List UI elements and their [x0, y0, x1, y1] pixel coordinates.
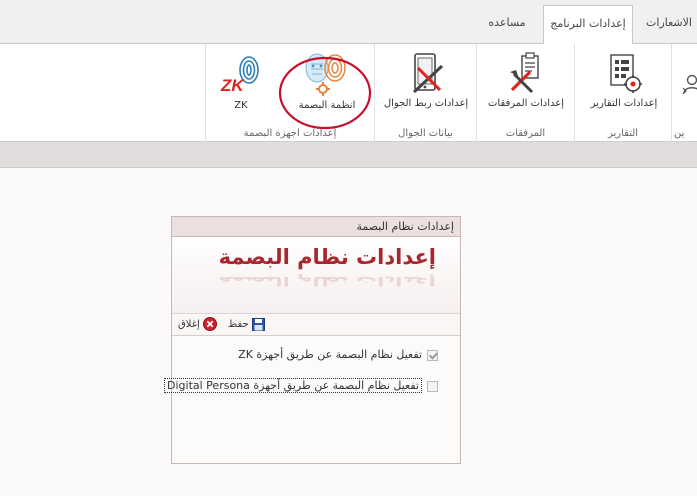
ribbon-group-mobile-label: بيانات الجوال — [398, 128, 453, 139]
mobile-link-settings-button[interactable]: إعدادات ربط الجوال — [381, 46, 471, 122]
ribbon-group-reports-label: التقارير — [607, 128, 639, 139]
dialog-banner: إعدادات نظام البصمة إعدادات نظام البصمة — [172, 237, 460, 314]
ribbon-group-reports: إعدادات التقارير التقارير — [574, 44, 671, 142]
attachments-settings-icon — [510, 52, 539, 94]
ribbon-group-attachments-label: المرفقات — [505, 128, 546, 139]
tab-notifications[interactable]: الاشعارات — [641, 5, 697, 45]
report-settings-button[interactable]: إعدادات التقارير — [581, 46, 667, 122]
option-digital-persona-label: تفعيل نظام البصمة عن طريق أجهزة Digital … — [164, 378, 422, 393]
ribbon: ين إعدادات التقارير التقارير إعدادات الم… — [0, 44, 697, 142]
attachments-settings-button[interactable]: إعدادات المرفقات — [483, 46, 569, 122]
mobile-link-icon — [412, 53, 444, 94]
close-label: إغلاق — [178, 319, 200, 330]
banner-heading: إعدادات نظام البصمة — [218, 245, 436, 269]
report-settings-label: إعدادات التقارير — [590, 98, 658, 109]
ribbon-group-mobile: إعدادات ربط الجوال بيانات الجوال — [374, 44, 476, 142]
close-button[interactable]: إغلاق — [178, 317, 217, 333]
zk-logo-icon: ZK — [219, 50, 263, 98]
close-icon — [202, 317, 217, 331]
dialog-toolbar: حفظ إغلاق — [172, 314, 460, 336]
ribbon-group-attachments: إعدادات المرفقات المرفقات — [476, 44, 574, 142]
mobile-link-settings-label: إعدادات ربط الجوال — [383, 98, 469, 109]
highlight-circle — [278, 56, 372, 130]
tab-program-settings[interactable]: إعدادات البرنامج — [543, 5, 633, 45]
fingerprint-settings-dialog: إعدادات نظام البصمة إعدادات نظام البصمة … — [164, 216, 461, 464]
ribbon-group-partial-label: ين — [674, 128, 685, 139]
digital-persona-checkbox[interactable] — [427, 380, 438, 392]
attachments-settings-label: إعدادات المرفقات — [487, 98, 565, 109]
save-button[interactable]: حفظ — [228, 317, 265, 333]
zk-button[interactable]: ZK ZK — [212, 46, 270, 122]
banner-heading-reflection: إعدادات نظام البصمة — [218, 273, 436, 289]
report-settings-icon — [610, 54, 642, 93]
save-label: حفظ — [228, 319, 249, 330]
save-icon — [251, 317, 265, 331]
ribbon-tab-bar: الاشعارات إعدادات البرنامج مساعده — [0, 0, 697, 45]
option-zk[interactable]: تفعيل نظام البصمة عن طريق أجهزة ZK — [238, 347, 438, 363]
ribbon-group-partial: ين — [671, 44, 697, 142]
zk-logo-text: ZK — [221, 76, 244, 95]
option-digital-persona[interactable]: تفعيل نظام البصمة عن طريق أجهزة Digital … — [164, 378, 438, 394]
user-icon — [682, 74, 697, 94]
option-zk-label: تفعيل نظام البصمة عن طريق أجهزة ZK — [238, 348, 422, 361]
tab-help[interactable]: مساعده — [476, 5, 538, 45]
dialog-title: إعدادات نظام البصمة — [172, 217, 460, 237]
zk-checkbox[interactable] — [427, 349, 438, 361]
ribbon-bottom-strip — [0, 142, 697, 168]
zk-label: ZK — [234, 100, 248, 111]
